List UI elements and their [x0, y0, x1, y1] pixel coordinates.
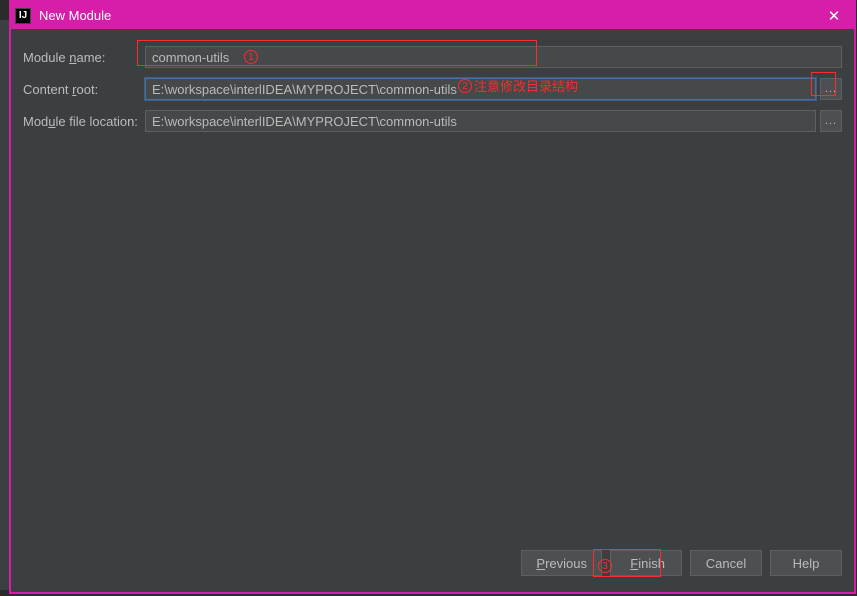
editor-background-strip: [0, 20, 9, 590]
intellij-app-icon: IJ: [15, 8, 31, 24]
module-file-location-input[interactable]: [145, 110, 816, 132]
label-text: Content: [23, 82, 72, 97]
button-text: inish: [638, 556, 665, 571]
close-icon: ✕: [828, 7, 841, 25]
label-text: Module: [23, 50, 69, 65]
window-title: New Module: [39, 8, 111, 23]
module-name-row: Module name:: [23, 45, 842, 69]
finish-button[interactable]: Finish: [610, 550, 682, 576]
label-mnemonic: u: [48, 114, 55, 129]
content-root-browse-button[interactable]: ...: [820, 78, 842, 100]
close-button[interactable]: ✕: [814, 2, 854, 29]
dialog-content: Module name: Content root: ... Module fi…: [11, 29, 854, 544]
label-text: Mod: [23, 114, 48, 129]
cancel-button[interactable]: Cancel: [690, 550, 762, 576]
module-file-location-row: Module file location: ...: [23, 109, 842, 133]
button-text: revious: [545, 556, 587, 571]
module-name-field-wrap: [145, 46, 842, 68]
button-mnemonic: P: [536, 556, 545, 571]
content-root-input[interactable]: [145, 78, 816, 100]
module-name-input[interactable]: [145, 46, 842, 68]
content-root-field-wrap: ...: [145, 78, 842, 100]
module-file-location-browse-button[interactable]: ...: [820, 110, 842, 132]
previous-button[interactable]: Previous: [521, 550, 602, 576]
new-module-dialog: IJ New Module ✕ Module name: Content roo…: [9, 0, 856, 594]
label-text: ame:: [76, 50, 105, 65]
help-button[interactable]: Help: [770, 550, 842, 576]
label-text: oot:: [77, 82, 99, 97]
dialog-footer: Previous Finish Cancel Help: [11, 544, 854, 592]
module-name-label: Module name:: [23, 50, 145, 65]
content-root-row: Content root: ...: [23, 77, 842, 101]
module-file-location-label: Module file location:: [23, 114, 145, 129]
titlebar[interactable]: IJ New Module ✕: [11, 2, 854, 29]
label-text: le file location:: [56, 114, 138, 129]
module-file-location-field-wrap: ...: [145, 110, 842, 132]
content-root-label: Content root:: [23, 82, 145, 97]
